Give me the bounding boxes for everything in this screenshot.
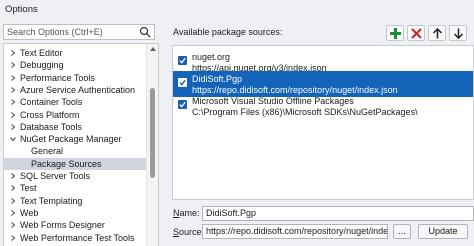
tree-item-label: Container Tools: [20, 97, 83, 108]
tree-item-label: Debugging: [20, 60, 64, 71]
tree-item[interactable]: NuGet Package Manager: [4, 133, 146, 145]
chevron-right-icon[interactable]: [10, 234, 16, 241]
tree-item[interactable]: General: [4, 145, 146, 157]
browse-button[interactable]: ...: [393, 224, 411, 239]
source-field[interactable]: https://repo.didisoft.com/repository/nug…: [202, 224, 388, 239]
tree-item[interactable]: Package Sources: [4, 157, 146, 170]
package-source-item[interactable]: Microsoft Visual Studio Offline Packages…: [173, 93, 473, 119]
tree-item-label: Package Sources: [31, 158, 102, 169]
chevron-right-icon[interactable]: [10, 99, 16, 106]
available-sources-heading: Available package sources:: [173, 27, 283, 37]
chevron-right-icon[interactable]: [10, 111, 16, 118]
chevron-right-icon[interactable]: [10, 50, 16, 56]
tree-item[interactable]: Cross Platform: [4, 109, 146, 121]
enabled-checkbox[interactable]: [178, 56, 187, 65]
tree-item-label: NuGet Package Manager: [20, 134, 122, 145]
package-source-name: Microsoft Visual Studio Offline Packages: [192, 96, 354, 106]
chevron-right-icon[interactable]: [10, 197, 16, 204]
name-label-text: ame:: [179, 208, 200, 218]
package-sources-list: nuget.org https://api.nuget.org/v3/index…: [172, 45, 474, 200]
enabled-checkbox[interactable]: [178, 100, 187, 109]
checkmark-icon: [179, 79, 186, 86]
window-title: Options: [5, 4, 38, 15]
source-label-text: ource:: [179, 227, 205, 237]
plus-icon: [390, 28, 401, 39]
tree-item-label: Database Tools: [20, 121, 82, 132]
enabled-checkbox[interactable]: [178, 78, 187, 87]
tree-item-label: Azure Service Authentication: [20, 84, 136, 95]
tree-item-label: Performance Tools: [20, 72, 95, 83]
move-up-button[interactable]: [428, 25, 446, 41]
chevron-right-icon[interactable]: [10, 222, 16, 229]
add-source-button[interactable]: [386, 25, 404, 41]
tree-item-label: Cross Platform: [20, 109, 80, 120]
tree-item-label: SQL Server Tools: [20, 171, 91, 181]
tree-item-label: Web Performance Test Tools: [20, 232, 135, 243]
chevron-down-icon[interactable]: [10, 136, 16, 142]
tree-item[interactable]: Web: [4, 207, 146, 219]
chevron-right-icon[interactable]: [10, 185, 16, 192]
tree-item[interactable]: Text Editor: [4, 47, 146, 59]
chevron-right-icon[interactable]: [10, 210, 16, 216]
tree-item[interactable]: Text Templating: [4, 195, 146, 207]
search-input[interactable]: Search Options (Ctrl+E): [3, 24, 155, 40]
arrow-down-icon: [453, 28, 464, 39]
tree-item-label: General: [31, 146, 64, 157]
tree-item[interactable]: Performance Tools: [4, 72, 146, 84]
package-source-url: C:\Program Files (x86)\Microsoft SDKs\Nu…: [192, 107, 418, 117]
scroll-up-arrow-icon[interactable]: [150, 47, 156, 51]
tree-item-label: Web Forms Designer: [20, 220, 105, 231]
scrollbar-thumb[interactable]: [150, 88, 155, 178]
chevron-right-icon[interactable]: [10, 123, 16, 130]
remove-source-button[interactable]: [407, 25, 425, 41]
tree-item-label: Web: [20, 207, 39, 218]
tree-item-label: Test: [20, 183, 37, 194]
move-down-button[interactable]: [449, 25, 467, 41]
update-button[interactable]: Update: [418, 224, 468, 239]
chevron-right-icon[interactable]: [10, 87, 16, 93]
search-icon[interactable]: [139, 26, 151, 38]
source-label: Source:: [173, 227, 204, 237]
tree-item[interactable]: Container Tools: [4, 96, 146, 108]
package-source-name: nuget.org: [192, 52, 231, 62]
checkmark-icon: [179, 57, 186, 64]
options-tree: Text Editor Debugging Performance Tools Azu…: [3, 43, 159, 246]
tree-item[interactable]: SQL Server Tools: [4, 170, 146, 182]
chevron-right-icon[interactable]: [10, 74, 16, 81]
chevron-right-icon[interactable]: [10, 62, 16, 69]
tree-item-label: Text Editor: [20, 48, 63, 58]
search-placeholder: Search Options (Ctrl+E): [7, 27, 103, 37]
package-source-name: DidiSoft.Pgp: [192, 74, 243, 84]
tree-item[interactable]: Test: [4, 182, 146, 194]
checkmark-icon: [179, 101, 186, 108]
arrow-up-icon: [432, 28, 443, 39]
tree-item[interactable]: Azure Service Authentication: [4, 84, 146, 96]
title-bar: Options: [0, 0, 474, 20]
name-label: Name:: [173, 208, 200, 218]
tree-scrollbar[interactable]: [146, 44, 158, 246]
chevron-right-icon[interactable]: [10, 173, 16, 179]
tree-item[interactable]: Web Forms Designer: [4, 219, 146, 231]
name-field[interactable]: DidiSoft.Pgp: [202, 206, 474, 221]
delete-x-icon: [411, 28, 422, 39]
tree-item[interactable]: Database Tools: [4, 121, 146, 133]
tree-item[interactable]: Debugging: [4, 59, 146, 71]
tree-item-label: Text Templating: [20, 195, 83, 206]
tree-item[interactable]: Web Performance Test Tools: [4, 232, 146, 244]
